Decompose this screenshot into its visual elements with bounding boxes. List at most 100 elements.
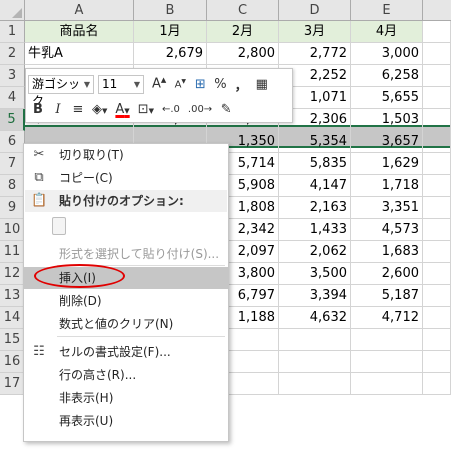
row-header-16[interactable]: 16 (0, 351, 25, 373)
italic-button[interactable]: I (52, 102, 64, 117)
row-header-3[interactable]: 3 (0, 65, 25, 87)
row-header-2[interactable]: 2 (0, 43, 25, 65)
decrease-decimal-icon[interactable]: .00→ (188, 104, 212, 115)
column-header-e[interactable]: E (351, 0, 423, 21)
cell-f6[interactable] (423, 131, 451, 153)
cell-e11[interactable]: 1,683 (351, 241, 423, 263)
row-header-11[interactable]: 11 (0, 241, 25, 263)
cell-f1[interactable] (423, 21, 451, 43)
row-header-6[interactable]: 6 (0, 131, 25, 153)
font-color-button[interactable]: A▼ (115, 102, 129, 117)
row-header-14[interactable]: 14 (0, 307, 25, 329)
cell-f11[interactable] (423, 241, 451, 263)
merge-center-icon[interactable]: ▦ (256, 77, 268, 92)
cell-e10[interactable]: 4,573 (351, 219, 423, 241)
cell-f13[interactable] (423, 285, 451, 307)
cell-e14[interactable]: 4,712 (351, 307, 423, 329)
percent-style-button[interactable]: % (214, 77, 226, 92)
cell-d13[interactable]: 3,394 (279, 285, 351, 307)
align-center-icon[interactable]: ≡ (72, 102, 84, 117)
cell-e6[interactable]: 3,657 (351, 131, 423, 153)
cell-f2[interactable] (423, 43, 451, 65)
bold-button[interactable]: B (32, 102, 44, 117)
cell-e2[interactable]: 3,000 (351, 43, 423, 65)
font-name-box[interactable]: 游ゴシック ▼ (28, 74, 94, 108)
accounting-format-icon[interactable]: ⊞ (194, 77, 206, 92)
column-header-d[interactable]: D (279, 0, 351, 21)
cell-f3[interactable] (423, 65, 451, 87)
menu-item-row-height[interactable]: 行の高さ(R)... (24, 364, 228, 386)
borders-icon[interactable]: ⊡▼ (138, 102, 154, 117)
row-header-9[interactable]: 9 (0, 197, 25, 219)
cell-d1[interactable]: 3月 (279, 21, 351, 43)
fill-color-icon[interactable]: ◈▼ (92, 102, 107, 117)
cell-f7[interactable] (423, 153, 451, 175)
cell-c1[interactable]: 2月 (207, 21, 279, 43)
cell-f17[interactable] (423, 373, 451, 395)
cell-f15[interactable] (423, 329, 451, 351)
row-header-4[interactable]: 4 (0, 87, 25, 109)
cell-e1[interactable]: 4月 (351, 21, 423, 43)
cell-d17[interactable] (279, 373, 351, 395)
increase-decimal-icon[interactable]: ←.0 (162, 104, 180, 115)
row-header-7[interactable]: 7 (0, 153, 25, 175)
cell-e17[interactable] (351, 373, 423, 395)
cell-d6[interactable]: 5,354 (279, 131, 351, 153)
row-header-10[interactable]: 10 (0, 219, 25, 241)
cell-f14[interactable] (423, 307, 451, 329)
cell-d14[interactable]: 4,632 (279, 307, 351, 329)
cell-e9[interactable]: 3,351 (351, 197, 423, 219)
cell-e4[interactable]: 5,655 (351, 87, 423, 109)
cell-f9[interactable] (423, 197, 451, 219)
menu-item-format-cells[interactable]: ☷ セルの書式設定(F)... (24, 341, 228, 363)
row-header-1[interactable]: 1 (0, 21, 25, 43)
increase-font-size-icon[interactable]: A▲ (152, 76, 166, 91)
cell-e8[interactable]: 1,718 (351, 175, 423, 197)
row-header-8[interactable]: 8 (0, 175, 25, 197)
menu-item-copy[interactable]: ⧉ コピー(C) (24, 167, 228, 189)
cell-d2[interactable]: 2,772 (279, 43, 351, 65)
cell-e13[interactable]: 5,187 (351, 285, 423, 307)
cell-c2[interactable]: 2,800 (207, 43, 279, 65)
cell-d15[interactable] (279, 329, 351, 351)
cell-d7[interactable]: 5,835 (279, 153, 351, 175)
row-header-13[interactable]: 13 (0, 285, 25, 307)
cell-d12[interactable]: 3,500 (279, 263, 351, 285)
font-size-box[interactable]: 11 ▼ (98, 74, 144, 94)
cell-d9[interactable]: 2,163 (279, 197, 351, 219)
cell-b2[interactable]: 2,679 (134, 43, 207, 65)
comma-style-button[interactable]: ， (235, 75, 248, 94)
cell-f8[interactable] (423, 175, 451, 197)
cell-d8[interactable]: 4,147 (279, 175, 351, 197)
cell-e5[interactable]: 1,503 (351, 109, 423, 131)
format-painter-icon[interactable]: ✎ (220, 102, 232, 117)
cell-d16[interactable] (279, 351, 351, 373)
row-header-15[interactable]: 15 (0, 329, 25, 351)
cell-a2[interactable]: 牛乳A (25, 43, 134, 65)
cell-f10[interactable] (423, 219, 451, 241)
cell-a1[interactable]: 商品名 (25, 21, 134, 43)
menu-item-insert[interactable]: 挿入(I) (24, 267, 228, 289)
column-header-a[interactable]: A (25, 0, 134, 21)
cell-e15[interactable] (351, 329, 423, 351)
cell-f12[interactable] (423, 263, 451, 285)
cell-e12[interactable]: 2,600 (351, 263, 423, 285)
column-header-f[interactable] (423, 0, 451, 21)
menu-item-clear-contents[interactable]: 数式と値のクリア(N) (24, 313, 228, 335)
select-all-corner[interactable] (0, 0, 25, 21)
cell-f16[interactable] (423, 351, 451, 373)
menu-item-unhide[interactable]: 再表示(U) (24, 410, 228, 432)
row-header-12[interactable]: 12 (0, 263, 25, 285)
cell-e16[interactable] (351, 351, 423, 373)
menu-item-hide[interactable]: 非表示(H) (24, 387, 228, 409)
row-header-17[interactable]: 17 (0, 373, 25, 395)
column-header-b[interactable]: B (134, 0, 207, 21)
menu-item-delete[interactable]: 削除(D) (24, 290, 228, 312)
column-header-c[interactable]: C (207, 0, 279, 21)
cell-f5[interactable] (423, 109, 451, 131)
paste-button-icon[interactable] (52, 217, 66, 235)
cell-d11[interactable]: 2,062 (279, 241, 351, 263)
menu-item-cut[interactable]: ✂ 切り取り(T) (24, 144, 228, 166)
cell-f4[interactable] (423, 87, 451, 109)
cell-d10[interactable]: 1,433 (279, 219, 351, 241)
